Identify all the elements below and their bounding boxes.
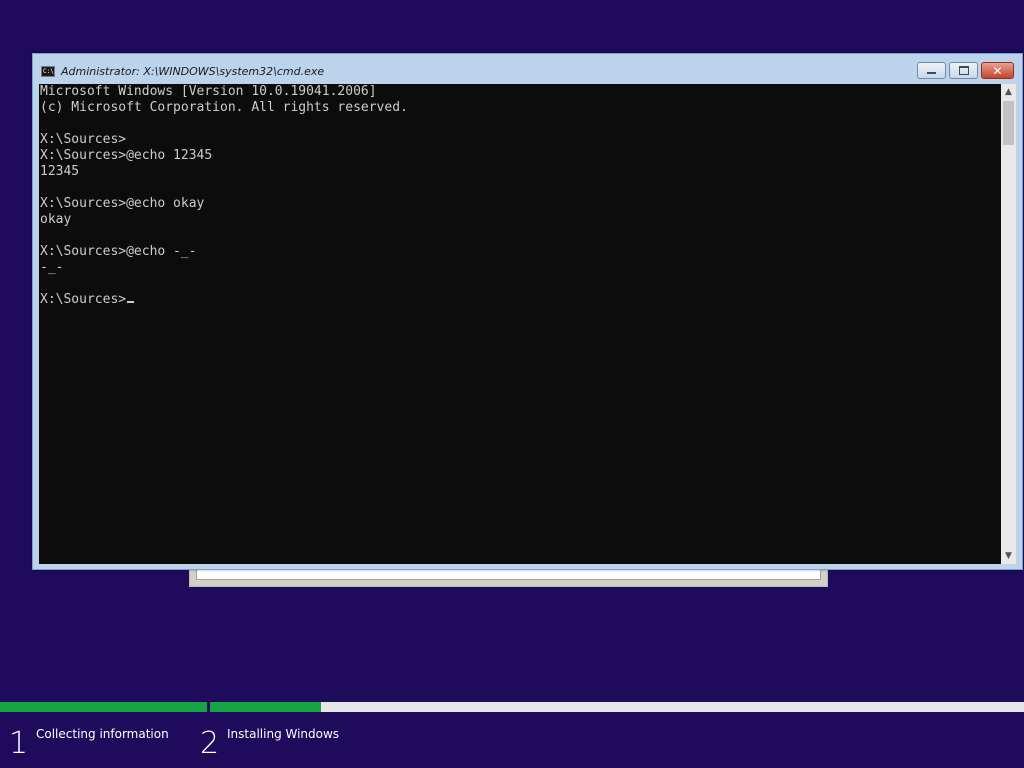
scroll-up-button[interactable]: ▲ <box>1001 84 1016 100</box>
console-line: (c) Microsoft Corporation. All rights re… <box>40 100 408 115</box>
console-line: Microsoft Windows [Version 10.0.19041.20… <box>40 84 377 99</box>
console-output[interactable]: Microsoft Windows [Version 10.0.19041.20… <box>39 84 1001 564</box>
maximize-button[interactable] <box>949 62 978 79</box>
step-number: 2 <box>200 726 220 761</box>
minimize-button[interactable] <box>917 62 946 79</box>
step-label: Collecting information <box>36 727 169 741</box>
step-number: 1 <box>9 726 29 761</box>
console-lines: Microsoft Windows [Version 10.0.19041.20… <box>39 84 1001 308</box>
setup-progress-bar <box>0 702 1024 712</box>
console-line: X:\Sources>@echo -_- <box>40 244 197 259</box>
step-label: Installing Windows <box>227 727 340 741</box>
console-prompt-line[interactable]: X:\Sources> <box>40 292 1001 308</box>
cmd-app-icon-text: C:\ <box>43 68 54 75</box>
scroll-up-icon: ▲ <box>1005 87 1012 97</box>
scroll-down-button[interactable]: ▼ <box>1001 548 1016 564</box>
console-line: X:\Sources>@echo okay <box>40 196 205 211</box>
caption-buttons: ✕ <box>917 62 1014 79</box>
progress-fill-collecting <box>0 702 207 712</box>
progress-segment-collecting <box>0 702 207 712</box>
cmd-window-title: Administrator: X:\WINDOWS\system32\cmd.e… <box>61 65 325 78</box>
console-line: -_- <box>40 260 64 275</box>
console-line: X:\Sources>@echo 12345 <box>40 148 213 163</box>
console-line: okay <box>40 212 72 227</box>
console-line: X:\Sources> <box>40 132 127 147</box>
progress-fill-installing <box>210 702 321 712</box>
cmd-app-icon: C:\ <box>41 66 55 77</box>
console-line: 12345 <box>40 164 80 179</box>
maximize-icon <box>958 66 969 75</box>
minimize-icon <box>927 72 936 74</box>
console-prompt: X:\Sources> <box>40 292 127 307</box>
scroll-thumb[interactable] <box>1003 101 1014 145</box>
vertical-scrollbar[interactable]: ▲ ▼ <box>1001 84 1016 564</box>
cmd-window[interactable]: C:\ Administrator: X:\WINDOWS\system32\c… <box>32 53 1023 570</box>
close-icon: ✕ <box>992 63 1003 78</box>
close-button[interactable]: ✕ <box>981 62 1014 79</box>
scroll-down-icon: ▼ <box>1005 551 1012 561</box>
progress-segment-installing <box>210 702 1024 712</box>
text-cursor <box>127 301 135 303</box>
cmd-titlebar[interactable]: C:\ Administrator: X:\WINDOWS\system32\c… <box>33 54 1022 84</box>
